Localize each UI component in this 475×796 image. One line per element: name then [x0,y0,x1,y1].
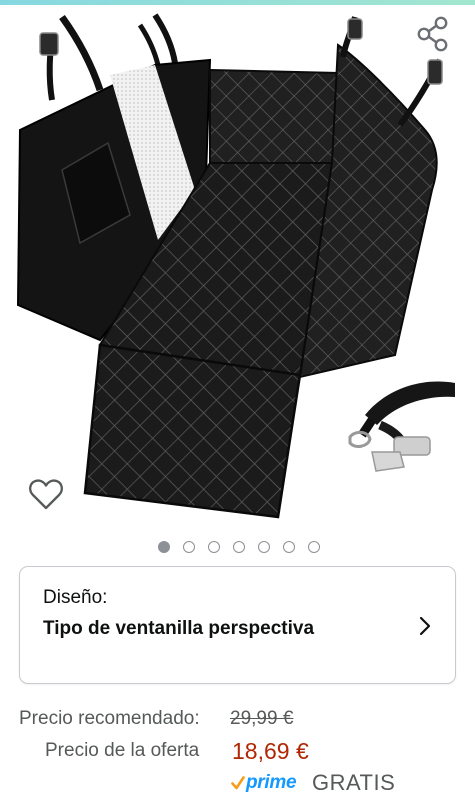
chevron-right-icon [419,616,431,636]
heart-outline-icon [29,479,63,510]
variant-selector[interactable]: Diseño: Tipo de ventanilla perspectiva [19,566,456,684]
recommended-price-value: 29,99 € [230,708,294,729]
dog-seat-cover-illustration [16,13,455,519]
carousel-dot[interactable] [307,541,320,553]
prime-badge: prime [231,771,297,795]
carousel-dot[interactable] [257,541,270,553]
image-carousel-dots [0,538,475,556]
variant-value: Tipo de ventanilla perspectiva [43,618,315,639]
carousel-dot[interactable] [282,541,295,553]
share-button[interactable] [414,14,454,54]
variant-label: Diseño: [43,587,108,608]
carousel-dot[interactable] [232,541,245,553]
product-image[interactable] [0,5,475,530]
offer-price-value: 18,69 € [232,738,309,764]
wishlist-button[interactable] [26,474,66,514]
offer-price-label: Precio de la oferta [45,740,200,761]
shipping-free-text: GRATIS [312,770,396,795]
carousel-dot[interactable] [182,541,195,553]
share-icon [417,16,448,52]
recommended-price-label: Precio recomendado: [19,708,200,729]
prime-check-icon [231,776,245,790]
carousel-dot[interactable] [157,541,170,553]
prime-label: prime [246,772,297,793]
carousel-dot[interactable] [207,541,220,553]
